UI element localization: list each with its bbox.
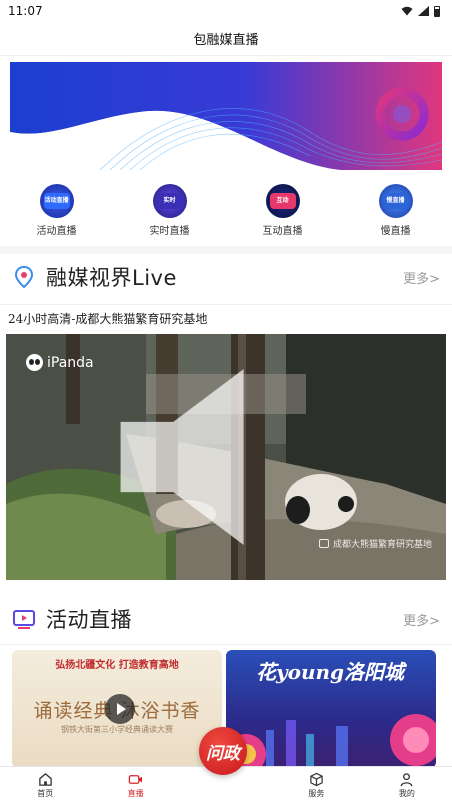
video-play-icon [13, 610, 35, 629]
quick-entry-label: 活动直播 [36, 226, 77, 237]
quick-entry-activity[interactable]: 活动直播 活动直播 [0, 184, 113, 240]
divider [0, 304, 452, 305]
app-header: 包融媒直播 [0, 22, 452, 56]
tab-profile[interactable]: 我的 [362, 767, 452, 804]
quick-entry-slow[interactable]: 慢直播 慢直播 [339, 184, 452, 240]
status-bar: 11:07 [0, 0, 452, 22]
banner-graphic [10, 62, 442, 170]
activity-card-reading[interactable]: 弘扬北疆文化 打造教育高地 诵读经典 沐浴书香 钢铁大街第三小学经典诵读大赛 [12, 650, 222, 768]
section-separator [0, 246, 452, 254]
activity-section-header: 活动直播 更多> [0, 598, 452, 640]
quick-entry-interactive[interactable]: 互动 互动直播 [226, 184, 339, 240]
activity-more-link[interactable]: 更多> [403, 610, 440, 629]
tab-label: 首页 [37, 789, 54, 798]
quick-entry-label: 慢直播 [380, 226, 411, 237]
activity-section-title: 活动直播 [46, 608, 132, 632]
activity-card-luoyang[interactable]: 花young洛阳城 [226, 650, 436, 768]
live-section-header: 融媒视界Live 更多> [0, 256, 452, 298]
quick-entry-label: 实时直播 [149, 226, 190, 237]
peony-graphic [226, 714, 436, 768]
signal-icon [418, 6, 429, 16]
service-box-icon [310, 772, 323, 787]
battery-icon [434, 5, 440, 17]
card-main-text: 花young洛阳城 [256, 660, 405, 684]
realtime-live-icon: 实时 [152, 184, 187, 218]
status-time: 11:07 [8, 4, 43, 18]
live-more-link[interactable]: 更多> [403, 268, 440, 287]
activity-live-icon: 活动直播 [39, 184, 74, 218]
tab-live[interactable]: 直播 [90, 767, 180, 804]
app-screen: 11:07 包融媒直播 活动直播 活动直播 实时 实时直播 互动 互动直播 慢直… [0, 0, 452, 804]
slow-live-badge: 慢直播 [382, 193, 409, 209]
tab-label: 直播 [127, 789, 144, 798]
page-title: 包融媒直播 [193, 33, 259, 48]
stream-title: 24小时高清-成都大熊猫繁育研究基地 [8, 312, 208, 326]
quick-entries: 活动直播 活动直播 实时 实时直播 互动 互动直播 慢直播 慢直播 [0, 184, 452, 240]
live-icon [128, 775, 143, 784]
profile-icon [401, 773, 413, 787]
tab-label: 我的 [398, 789, 415, 798]
quick-entry-label: 互动直播 [262, 226, 303, 237]
inquiry-fab-button[interactable]: 问政 [199, 727, 247, 775]
tab-home[interactable]: 首页 [0, 767, 90, 804]
realtime-live-badge: 实时 [156, 193, 183, 209]
play-icon[interactable] [105, 694, 135, 724]
interactive-live-badge: 互动 [269, 193, 296, 209]
tab-service[interactable]: 服务 [271, 767, 361, 804]
quick-entry-realtime[interactable]: 实时 实时直播 [113, 184, 226, 240]
card-sub-text: 钢铁大街第三小学经典诵读大赛 [61, 725, 173, 734]
interactive-live-icon: 互动 [265, 184, 300, 218]
wifi-icon [401, 6, 413, 16]
status-icons [401, 5, 440, 17]
card-top-text: 弘扬北疆文化 打造教育高地 [55, 660, 179, 671]
location-pin-icon [14, 265, 34, 289]
promo-banner[interactable] [10, 62, 442, 170]
live-video-player[interactable]: iPanda 成都大熊猫繁育研究基地 [6, 334, 446, 580]
activity-live-badge: 活动直播 [43, 193, 70, 209]
divider [0, 644, 452, 645]
volume-icon[interactable] [6, 334, 446, 580]
live-section-title: 融媒视界Live [46, 266, 177, 290]
slow-live-icon: 慢直播 [378, 184, 413, 218]
home-icon [38, 773, 52, 786]
tab-label: 服务 [308, 789, 325, 798]
